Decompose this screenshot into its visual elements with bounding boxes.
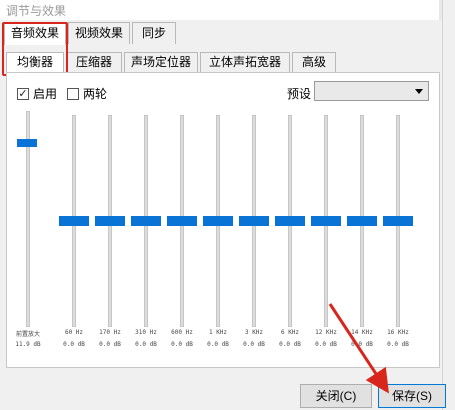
band-slider-8: 14 KHz 0.0 dB [345,109,379,349]
equalizer-panel: ✓ 启用 两轮 预设 前置放大 11.9 dB 60 Hz 0.0 dB 170 Hz 0… [6,72,440,368]
tab-audio-effects[interactable]: 音频效果 [4,22,66,45]
close-button[interactable]: 关闭(C) [300,384,372,408]
band-slider-6: 6 KHz 0.0 dB [273,109,307,349]
tab-stereo-widener[interactable]: 立体声拓宽器 [200,52,290,72]
band-slider-9-gain: 0.0 dB [387,341,409,348]
band-slider-3-thumb[interactable] [167,216,197,226]
band-slider-2-thumb[interactable] [131,216,161,226]
enable-checkbox[interactable]: ✓ 启用 [17,85,57,102]
preamp-slider-thumb[interactable] [17,139,37,148]
two-pass-label: 两轮 [83,87,108,101]
band-slider-7: 12 KHz 0.0 dB [309,109,343,349]
band-slider-8-thumb[interactable] [347,216,377,226]
primary-tab-bar: 音频效果 视频效果 同步 [0,22,455,45]
tab-advanced[interactable]: 高级 [292,52,336,72]
right-scroll-strip [442,0,455,410]
band-slider-1: 170 Hz 0.0 dB [93,109,127,349]
chevron-down-icon[interactable] [415,89,423,94]
tab-spatializer[interactable]: 声场定位器 [124,52,198,72]
secondary-tab-bar: 均衡器 压缩器 声场定位器 立体声拓宽器 高级 [0,52,455,74]
band-slider-5-thumb[interactable] [239,216,269,226]
band-slider-5: 3 KHz 0.0 dB [237,109,271,349]
tab-compressor[interactable]: 压缩器 [66,52,122,72]
band-slider-1-thumb[interactable] [95,216,125,226]
band-slider-9: 16 KHz 0.0 dB [381,109,415,349]
two-pass-checkbox-box[interactable] [67,87,79,100]
band-slider-9-thumb[interactable] [383,216,413,226]
band-slider-2: 310 Hz 0.0 dB [129,109,163,349]
enable-checkbox-box[interactable]: ✓ [17,87,29,100]
band-slider-4: 1 KHz 0.0 dB [201,109,235,349]
preamp-slider-gain: 11.9 dB [15,341,41,348]
two-pass-checkbox[interactable]: 两轮 [67,85,107,102]
preset-dropdown[interactable] [314,81,429,101]
band-slider-7-thumb[interactable] [311,216,341,226]
window-title: 调节与效果 [6,4,67,18]
band-slider-0-thumb[interactable] [59,216,89,226]
band-slider-4-thumb[interactable] [203,216,233,226]
preamp-slider-label: 前置放大 [15,331,40,338]
title-bar: 调节与效果 [0,0,455,20]
enable-label: 启用 [33,87,58,101]
band-slider-6-thumb[interactable] [275,216,305,226]
tab-equalizer[interactable]: 均衡器 [6,52,64,74]
tab-video-effects[interactable]: 视频效果 [68,22,130,44]
save-button[interactable]: 保存(S) [378,384,446,408]
band-slider-0: 60 Hz 0.0 dB [57,109,91,349]
band-slider-3: 600 Hz 0.0 dB [165,109,199,349]
preamp-slider: 前置放大 11.9 dB [15,109,41,349]
preset-label: 预设 [287,87,312,101]
band-slider-9-label: 16 KHz [387,329,409,336]
tab-sync[interactable]: 同步 [132,22,176,44]
